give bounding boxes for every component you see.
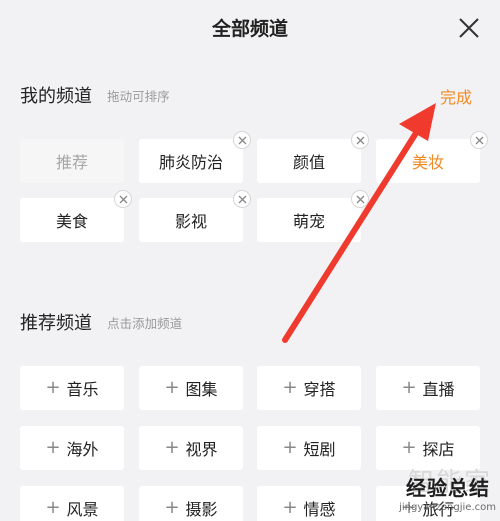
my-channel-chip[interactable]: 影视 [139,190,251,242]
plus-icon: + [164,437,180,458]
chip-label: 摄影 [185,500,218,519]
top-bar: 全部频道 [0,0,500,56]
close-icon [356,195,364,203]
chip-label: 探店 [422,440,455,459]
remove-channel-button[interactable] [351,190,369,208]
plus-icon: + [164,497,180,518]
my-channels-title: 我的频道 [20,86,92,107]
plus-icon: + [401,437,417,458]
my-channels-hint: 拖动可排序 [107,88,170,104]
chip-label: 美食 [55,212,88,231]
chip-label: 推荐 [55,153,88,172]
close-icon [475,136,483,144]
chip-label: 情感 [303,500,336,519]
chip-label: 美妆 [411,153,444,172]
my-channel-chip[interactable]: 萌宠 [257,190,369,242]
my-channel-chip: 推荐 [20,139,124,183]
recommended-hint: 点击添加频道 [107,315,183,331]
plus-icon: + [401,377,417,398]
chip-label: 颜值 [292,153,325,172]
my-channel-chip-selected[interactable]: 美妆 [376,131,488,183]
add-channel-chip[interactable]: + 短剧 [257,426,361,470]
recommended-title: 推荐频道 [20,313,92,334]
chip-label: 风景 [66,500,99,519]
add-channel-chip[interactable]: + 海外 [20,426,124,470]
page-title: 全部频道 [211,18,288,40]
chip-label: 音乐 [66,380,99,399]
chip-label: 直播 [422,380,455,399]
close-icon [119,195,127,203]
recommended-header: 推荐频道 点击添加频道 [20,309,182,335]
remove-channel-button[interactable] [114,190,132,208]
chip-label: 萌宠 [292,212,325,231]
plus-icon: + [282,497,298,518]
add-channel-chip[interactable]: + 图集 [139,366,243,410]
add-channel-chip[interactable]: + 音乐 [20,366,124,410]
plus-icon: + [282,437,298,458]
my-channels-header: 我的频道 拖动可排序 [20,82,170,108]
close-button[interactable] [455,14,483,42]
chip-label: 视界 [185,440,218,459]
chip-label: 穿搭 [303,380,336,399]
remove-channel-button[interactable] [233,190,251,208]
close-icon [459,18,479,38]
add-channel-chip[interactable]: + 直播 [376,366,480,410]
close-icon [238,136,246,144]
chip-label: 短剧 [303,440,336,459]
my-channel-chip[interactable]: 颜值 [257,131,369,183]
close-icon [356,136,364,144]
done-button[interactable]: 完成 [440,84,472,108]
watermark-url: jingyanzongjie.com [399,502,496,513]
my-channel-chip[interactable]: 美食 [20,190,132,242]
watermark-text: 经验总结 [406,476,490,500]
remove-channel-button[interactable] [233,131,251,149]
plus-icon: + [164,377,180,398]
plus-icon: + [282,377,298,398]
plus-icon: + [45,377,61,398]
remove-channel-button[interactable] [470,131,488,149]
add-channel-chip[interactable]: + 穿搭 [257,366,361,410]
add-channel-chip[interactable]: + 视界 [139,426,243,470]
my-channel-chip[interactable]: 肺炎防治 [139,131,251,183]
add-channel-chip[interactable]: + 风景 [20,486,124,521]
chip-label: 肺炎防治 [158,153,223,172]
chip-label: 影视 [174,212,207,231]
chip-label: 图集 [185,380,218,399]
add-channel-chip[interactable]: + 摄影 [139,486,243,521]
chip-label: 海外 [66,440,99,459]
add-channel-chip[interactable]: + 情感 [257,486,361,521]
close-icon [238,195,246,203]
watermark: 智能家 经验总结 jingyanzongjie.com [372,468,500,521]
plus-icon: + [45,497,61,518]
plus-icon: + [45,437,61,458]
remove-channel-button[interactable] [351,131,369,149]
